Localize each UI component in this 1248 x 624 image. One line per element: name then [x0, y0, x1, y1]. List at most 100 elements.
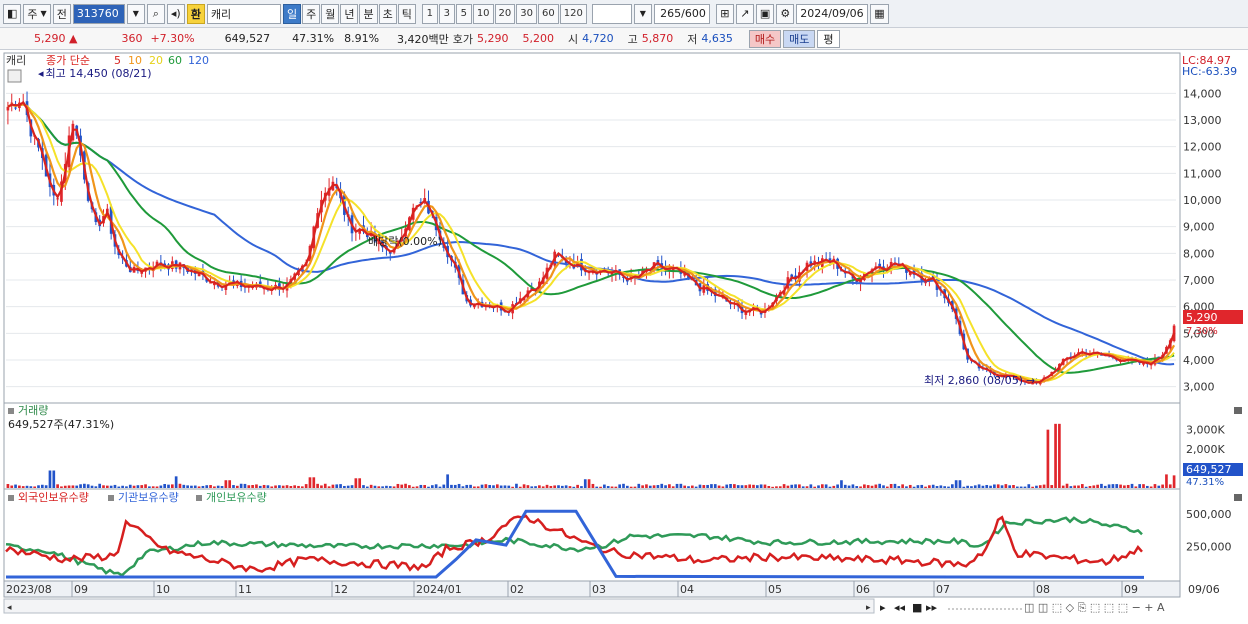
interval-custom-input[interactable]	[591, 3, 632, 24]
interval-tab-3[interactable]: 3	[438, 3, 455, 24]
volume-bar	[1080, 484, 1084, 488]
volume-bar	[782, 484, 786, 488]
chart-area[interactable]: 14,000 13,000 12,000 11,000 10,000 9,000 8,000…	[0, 50, 1248, 621]
volume-bar	[847, 485, 851, 488]
count-field[interactable]: 265/600	[653, 3, 710, 24]
interval-tab-30[interactable]: 30	[516, 3, 538, 24]
interval-tab-10[interactable]: 10	[472, 3, 494, 24]
fast-forward-icon[interactable]: ▸▸	[926, 601, 938, 614]
code-dropdown-button[interactable]: ▼	[126, 3, 145, 24]
volume-bar	[541, 486, 545, 488]
volume-bar	[415, 486, 419, 488]
volume-bar	[950, 484, 954, 488]
x-tick-label: 2024/01	[416, 583, 462, 596]
stock-prefix-badge[interactable]: 환	[186, 3, 205, 24]
period-select[interactable]: 주 ▼	[23, 3, 51, 24]
volume-bar	[1138, 484, 1142, 488]
volume-bar	[480, 484, 484, 488]
volume-bar	[1149, 486, 1153, 488]
holdings-pane-close-icon[interactable]	[1234, 494, 1242, 501]
volume-bar	[515, 483, 518, 488]
interval-tab-5[interactable]: 5	[455, 3, 472, 24]
volume-bar	[897, 486, 901, 488]
volume-bar	[255, 484, 258, 488]
period-tab-2[interactable]: 월	[321, 3, 340, 24]
volume-bar	[801, 486, 805, 488]
volume-bar	[1130, 483, 1134, 488]
volume-bar	[832, 485, 836, 488]
window-menu-icon[interactable]: ◧	[3, 3, 22, 24]
volume-bar	[625, 485, 629, 488]
stock-chart[interactable]: 14,000 13,000 12,000 11,000 10,000 9,000 8,000…	[0, 50, 1248, 621]
chevron-down-icon: ▼	[40, 9, 47, 18]
volume-pane-close-icon[interactable]	[1234, 407, 1242, 414]
volume-bar	[270, 486, 274, 488]
volume-bar	[958, 480, 962, 488]
buy-button[interactable]: 매수	[748, 29, 782, 48]
save-button[interactable]: ▣	[755, 3, 775, 24]
speaker-button[interactable]: ◂)	[166, 3, 185, 24]
stock-code-input[interactable]: 313760	[72, 3, 125, 24]
volume-bar	[889, 483, 893, 488]
date-input[interactable]: 2024/09/06	[796, 3, 869, 24]
search-button[interactable]: ⌕	[146, 3, 165, 24]
period-tab-5[interactable]: 초	[378, 3, 397, 24]
volume-bar	[52, 470, 56, 488]
rewind-icon[interactable]: ◂◂	[894, 601, 906, 614]
volume-bar	[603, 484, 606, 488]
stop-icon[interactable]: ■	[912, 601, 922, 614]
volume-bar	[836, 484, 839, 488]
volume-bar	[75, 485, 79, 488]
volume-bar	[1058, 423, 1061, 488]
volume-bar	[10, 485, 14, 488]
volume-bar	[373, 485, 377, 488]
low-price: 4,635	[701, 32, 733, 45]
volume-bar	[274, 485, 277, 488]
date-value: 2024/09/06	[800, 7, 864, 20]
scroll-right-icon[interactable]: ▸	[866, 603, 871, 613]
volume-bar	[503, 485, 507, 488]
indicator-button[interactable]: ↗	[735, 3, 754, 24]
interval-tab-60[interactable]: 60	[538, 3, 559, 24]
volume-bar	[1111, 484, 1115, 488]
volume-bar	[549, 485, 553, 488]
volume-bar	[538, 485, 541, 488]
interval-tab-120[interactable]: 120	[559, 3, 587, 24]
price-tick-label: 14,000	[1183, 87, 1222, 100]
volume-bar	[931, 484, 935, 488]
count-value: 265	[660, 7, 682, 20]
interval-dropdown-button[interactable]: ▼	[633, 3, 652, 24]
period-tab-4[interactable]: 분	[359, 3, 378, 24]
calendar-button[interactable]: ▦	[870, 3, 889, 24]
settings-button[interactable]: ⚙	[776, 3, 795, 24]
volume-bar	[434, 484, 438, 488]
volume-bar	[499, 485, 503, 488]
chart-tools-icon[interactable]: ◫ ◫ ⬚ ◇ ⎘ ⬚ ⬚ ⬚ − + A	[1024, 601, 1165, 614]
interval-tab-20[interactable]: 20	[494, 3, 516, 24]
save-icon: ▣	[759, 7, 771, 20]
legend-series: 캐리	[6, 54, 26, 67]
sell-button[interactable]: 매도	[783, 29, 816, 48]
interval-tab-1[interactable]: 1	[421, 3, 438, 24]
volume-bar	[775, 486, 778, 488]
volume-bar	[767, 485, 771, 488]
table-view-icon[interactable]	[7, 69, 22, 83]
chart-settings-button[interactable]: ⊞	[715, 3, 734, 24]
period-tab-1[interactable]: 주	[302, 3, 321, 24]
period-tab-3[interactable]: 년	[340, 3, 359, 24]
period-tab-0[interactable]: 일	[282, 3, 302, 24]
prev-button[interactable]: 전	[52, 3, 71, 24]
stock-name-input[interactable]: 캐리	[206, 3, 281, 24]
volume-bar	[243, 483, 247, 488]
eval-button[interactable]: 평	[817, 29, 840, 48]
scroll-left-icon[interactable]: ◂	[7, 603, 12, 613]
volume-bar	[102, 485, 105, 488]
volume-bar	[308, 477, 312, 488]
period-tabs: 일주월년분초틱	[282, 3, 416, 24]
volume-bar	[591, 483, 595, 488]
volume-bar	[21, 486, 25, 488]
next-icon[interactable]: ▸	[880, 601, 886, 614]
volume-bar	[916, 485, 920, 488]
horizontal-scrollbar[interactable]	[3, 598, 875, 614]
period-tab-6[interactable]: 틱	[397, 3, 416, 24]
